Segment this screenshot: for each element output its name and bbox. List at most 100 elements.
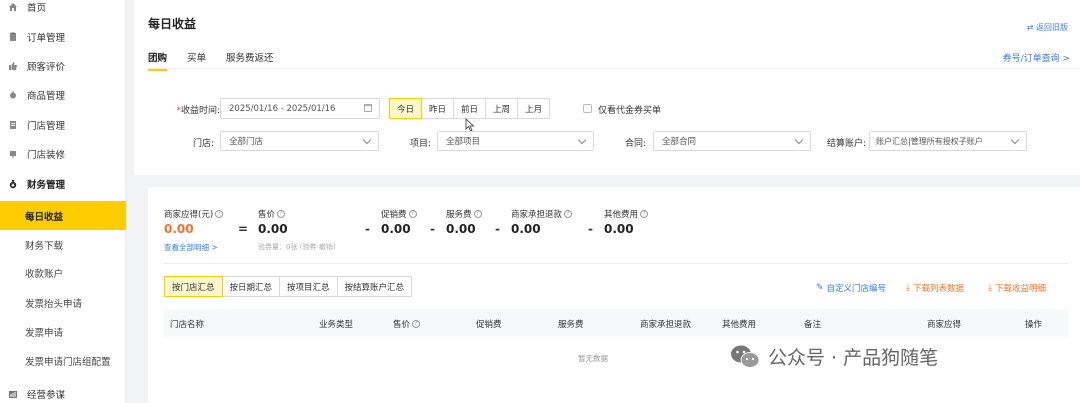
help-icon[interactable]: ? [408, 210, 417, 218]
table-header: 门店名称 业务类型 售价? 促销费 服务费 商家承担退款 其他费用 备注 商家应… [164, 309, 1068, 337]
chart-icon [8, 389, 18, 399]
summary-by-date-button[interactable]: 按日期汇总 [222, 276, 281, 297]
sidebar-sub-invoice-apply[interactable]: 发票申请 [0, 317, 126, 346]
page-title: 每日收益 [148, 17, 197, 31]
sidebar-item-reviews[interactable]: 顾客评价 [0, 51, 126, 80]
help-icon[interactable]: ? [412, 320, 421, 328]
sidebar-sub-label: 发票申请 [25, 327, 64, 339]
empty-data-text: 暂无数据 [578, 354, 608, 363]
download-list-link[interactable]: ⤓ 下载列表数据 [906, 282, 964, 294]
sidebar-sub-finance-download[interactable]: 财务下载 [0, 230, 126, 259]
receivable-title: 商家应得(元)? [164, 208, 224, 220]
promo-title-text: 促销费 [381, 210, 407, 220]
wechat-icon [730, 344, 760, 370]
sidebar-item-label: 首页 [27, 2, 47, 14]
thumbs-up-icon [8, 61, 18, 71]
price-value: 0.00 [258, 222, 288, 236]
date-label-text: 收益时间: [180, 106, 220, 116]
old-version-label: 返回旧版 [1036, 23, 1068, 32]
summary-by-project-button[interactable]: 按项目汇总 [280, 276, 338, 297]
help-icon[interactable]: ? [640, 210, 649, 218]
contract-label: 合同: [624, 139, 646, 149]
sidebar-sub-label: 财务下载 [25, 240, 64, 252]
help-icon[interactable]: ? [564, 210, 573, 218]
sidebar-item-label: 商品管理 [27, 90, 66, 102]
sidebar-sub-label: 每日收益 [25, 211, 64, 223]
service-value: 0.00 [446, 222, 476, 236]
sidebar-item-decoration[interactable]: 门店装修 [0, 139, 126, 168]
help-icon[interactable]: ? [277, 210, 286, 218]
voucher-only-checkbox[interactable] [583, 104, 592, 113]
chevron-down-icon [362, 135, 372, 145]
summary-by-account-button[interactable]: 按结算账户汇总 [337, 276, 413, 297]
service-title-text: 服务费 [446, 210, 472, 220]
download-detail-link[interactable]: ⤓ 下载收益明细 [988, 282, 1046, 294]
col-refund: 商家承担退款 [640, 320, 692, 330]
download-detail-label: 下载收益明细 [994, 284, 1046, 294]
col-receivable: 商家应得 [927, 320, 962, 330]
receivable-title-text: 商家应得(元) [164, 210, 214, 220]
mouse-cursor-icon [465, 118, 475, 132]
project-select-value: 全部项目 [446, 137, 481, 147]
col-business-type: 业务类型 [319, 320, 354, 330]
other-value: 0.00 [604, 222, 634, 236]
sidebar-item-label: 订单管理 [27, 32, 66, 44]
section-divider [164, 263, 1068, 264]
orders-icon [8, 32, 18, 42]
store-label: 门店: [192, 139, 214, 149]
sidebar-item-home[interactable]: 首页 [0, 0, 126, 21]
sidebar-sub-receiving-account[interactable]: 收款账户 [0, 258, 126, 287]
price-title-text: 售价 [258, 210, 276, 220]
date-last-week-button[interactable]: 上周 [486, 98, 519, 119]
col-remark: 备注 [804, 320, 822, 330]
switch-icon: ⇄ [1026, 23, 1036, 32]
sidebar-item-stores[interactable]: 门店管理 [0, 110, 126, 139]
project-select[interactable]: 全部项目 [437, 131, 594, 151]
custom-store-number-label: 自定义门店编号 [826, 284, 887, 294]
sidebar-sub-daily-income[interactable]: 每日收益 [0, 201, 126, 230]
help-icon[interactable]: ? [215, 210, 224, 218]
sidebar-sub-invoice-title[interactable]: 发票抬头申请 [0, 288, 126, 317]
summary-by-store-button[interactable]: 按门店汇总 [164, 276, 223, 297]
sidebar-sub-invoice-store-group[interactable]: 发票申请门店组配置 [0, 346, 126, 375]
minus-sign: - [588, 222, 593, 236]
money-bag-icon: ¥ [8, 179, 18, 189]
custom-store-number-link[interactable]: ✎ 自定义门店编号 [816, 282, 886, 294]
date-yesterday-button[interactable]: 昨日 [422, 98, 455, 119]
date-range-picker[interactable]: 2025/01/16 - 2025/01/16 [220, 98, 380, 119]
sidebar-item-business-advisor[interactable]: 经营参谋 [0, 379, 126, 403]
store-select[interactable]: 全部门店 [220, 131, 379, 151]
goods-icon [8, 90, 18, 100]
contract-select[interactable]: 全部合同 [653, 131, 811, 151]
date-today-button[interactable]: 今日 [389, 98, 423, 119]
download-list-label: 下载列表数据 [912, 284, 964, 294]
promo-title: 促销费? [381, 208, 417, 220]
sidebar-item-orders[interactable]: 订单管理 [0, 22, 126, 51]
promo-value: 0.00 [381, 222, 411, 236]
order-query-link[interactable]: 券号/订单查询 > [1003, 51, 1070, 64]
receivable-value: 0.00 [164, 222, 194, 236]
minus-sign: - [430, 222, 435, 236]
account-label: 结算账户: [826, 139, 866, 149]
decoration-icon [8, 149, 18, 159]
voucher-only-label: 仅看代金券买单 [598, 106, 662, 116]
service-title: 服务费? [446, 208, 482, 220]
account-select[interactable]: 账户汇总|管理所有授权子账户 [869, 131, 1027, 151]
date-day-before-button[interactable]: 前日 [454, 98, 487, 119]
sidebar-item-goods[interactable]: 商品管理 [0, 80, 126, 109]
date-label: *收益时间: [162, 103, 220, 116]
view-all-details-link[interactable]: 查看全部明细 > [164, 242, 218, 253]
watermark-text: 公众号 · 产品狗随笔 [768, 347, 939, 369]
sidebar-item-finance[interactable]: ¥ 财务管理 [0, 169, 126, 198]
quick-date-group: 今日 昨日 前日 上周 上月 [389, 98, 551, 119]
download-icon: ⤓ [906, 283, 910, 293]
filter-panel: 每日收益 ⇄ 返回旧版 团购 买单 服务费返还 券号/订单查询 > *收益时间:… [134, 0, 1080, 175]
price-title: 售价? [258, 208, 286, 220]
help-icon[interactable]: ? [473, 210, 482, 218]
col-service: 服务费 [558, 320, 584, 330]
sidebar-sub-label: 发票申请门店组配置 [25, 356, 111, 368]
verify-count-text: 验券量：0张 (验券-撤销) [258, 243, 336, 251]
return-old-version-link[interactable]: ⇄ 返回旧版 [1027, 22, 1068, 33]
date-last-month-button[interactable]: 上月 [518, 98, 551, 119]
col-price: 售价? [393, 318, 421, 330]
